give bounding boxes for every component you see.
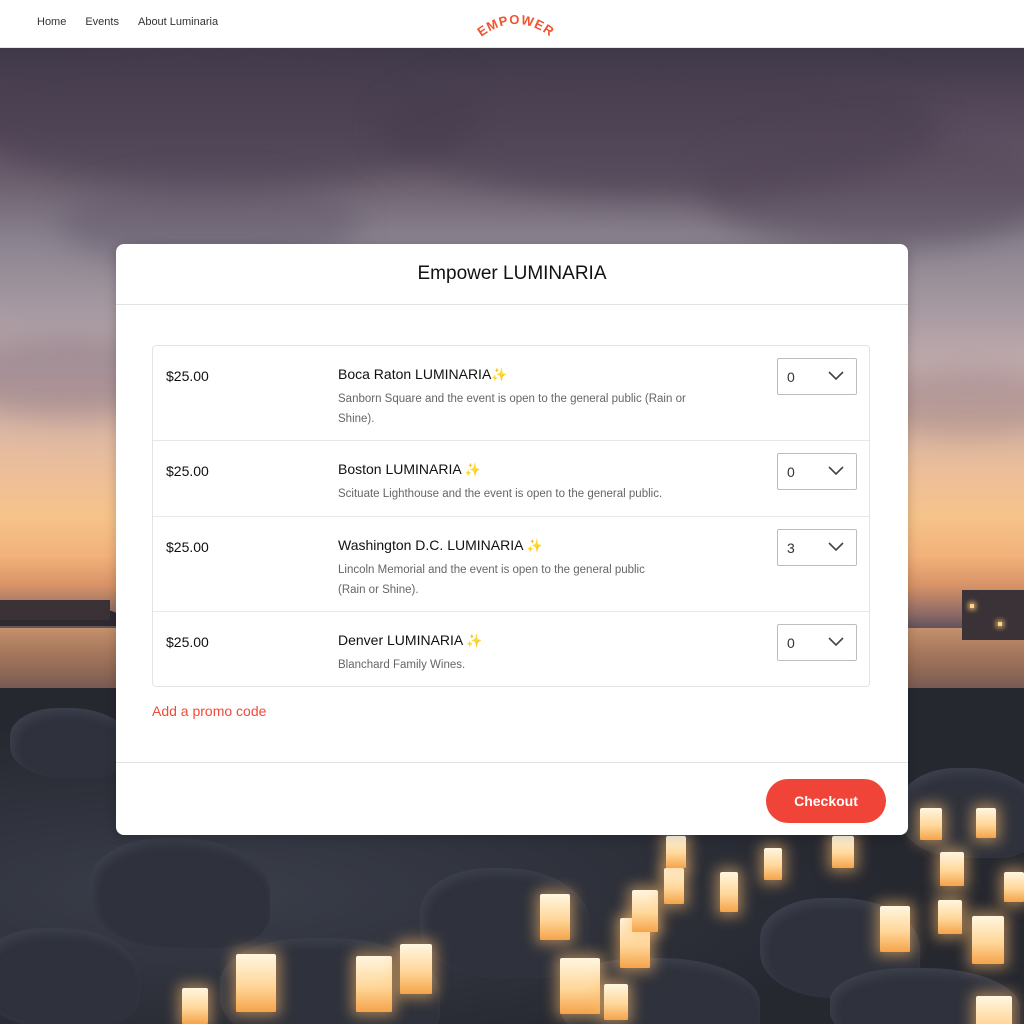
nav-links: Home Events About Luminaria (37, 16, 218, 28)
chevron-down-icon (828, 371, 844, 381)
nav-link-events[interactable]: Events (85, 16, 119, 28)
ticket-selection-card: Empower LUMINARIA $25.00 Boca Raton LUMI… (116, 244, 908, 835)
ticket-description: Sanborn Square and the event is open to … (338, 393, 686, 425)
ticket-row: $25.00 Denver LUMINARIA ✨ Blanchard Fami… (153, 612, 869, 686)
ticket-row: $25.00 Boston LUMINARIA ✨ Scituate Light… (153, 441, 869, 517)
empower-logo[interactable]: EMPOWER (474, 8, 558, 42)
quantity-value: 3 (787, 540, 795, 556)
ticket-description: Lincoln Memorial and the event is open t… (338, 564, 645, 596)
chevron-down-icon (828, 466, 844, 476)
quantity-select[interactable]: 0 (777, 453, 857, 490)
sparkles-icon: ✨ (491, 367, 508, 382)
chevron-down-icon (828, 637, 844, 647)
card-header: Empower LUMINARIA (116, 244, 908, 305)
ticket-name: Boston LUMINARIA ✨ (338, 461, 482, 477)
ticket-row: $25.00 Boca Raton LUMINARIA✨ Sanborn Squ… (153, 346, 869, 441)
sparkles-icon: ✨ (466, 633, 483, 648)
ticket-row: $25.00 Washington D.C. LUMINARIA ✨ Linco… (153, 517, 869, 612)
checkout-button[interactable]: Checkout (766, 779, 886, 823)
quantity-value: 0 (787, 635, 795, 651)
page-title: Empower LUMINARIA (417, 263, 607, 284)
quantity-select[interactable]: 3 (777, 529, 857, 566)
svg-text:EMPOWER: EMPOWER (475, 12, 558, 40)
ticket-price: $25.00 (166, 539, 209, 555)
quantity-value: 0 (787, 464, 795, 480)
chevron-down-icon (828, 542, 844, 552)
logo-text: EMPOWER (475, 12, 557, 40)
ticket-description: Scituate Lighthouse and the event is ope… (338, 488, 663, 500)
quantity-value: 0 (787, 369, 795, 385)
add-promo-code-link[interactable]: Add a promo code (152, 703, 266, 719)
top-navigation-bar: Home Events About Luminaria EMPOWER (0, 0, 1024, 48)
quantity-select[interactable]: 0 (777, 624, 857, 661)
sparkles-icon: ✨ (464, 462, 482, 477)
card-footer: Checkout (116, 762, 908, 835)
ticket-price: $25.00 (166, 463, 209, 479)
ticket-name: Denver LUMINARIA ✨ (338, 632, 483, 648)
ticket-name: Washington D.C. LUMINARIA ✨ (338, 537, 543, 553)
ticket-price: $25.00 (166, 368, 209, 384)
ticket-description: Blanchard Family Wines. (338, 659, 466, 671)
ticket-price: $25.00 (166, 634, 209, 650)
sparkles-icon: ✨ (526, 538, 543, 553)
nav-link-about-luminaria[interactable]: About Luminaria (138, 16, 218, 28)
ticket-name: Boca Raton LUMINARIA✨ (338, 366, 508, 382)
ticket-list: $25.00 Boca Raton LUMINARIA✨ Sanborn Squ… (152, 345, 870, 687)
quantity-select[interactable]: 0 (777, 358, 857, 395)
nav-link-home[interactable]: Home (37, 16, 66, 28)
